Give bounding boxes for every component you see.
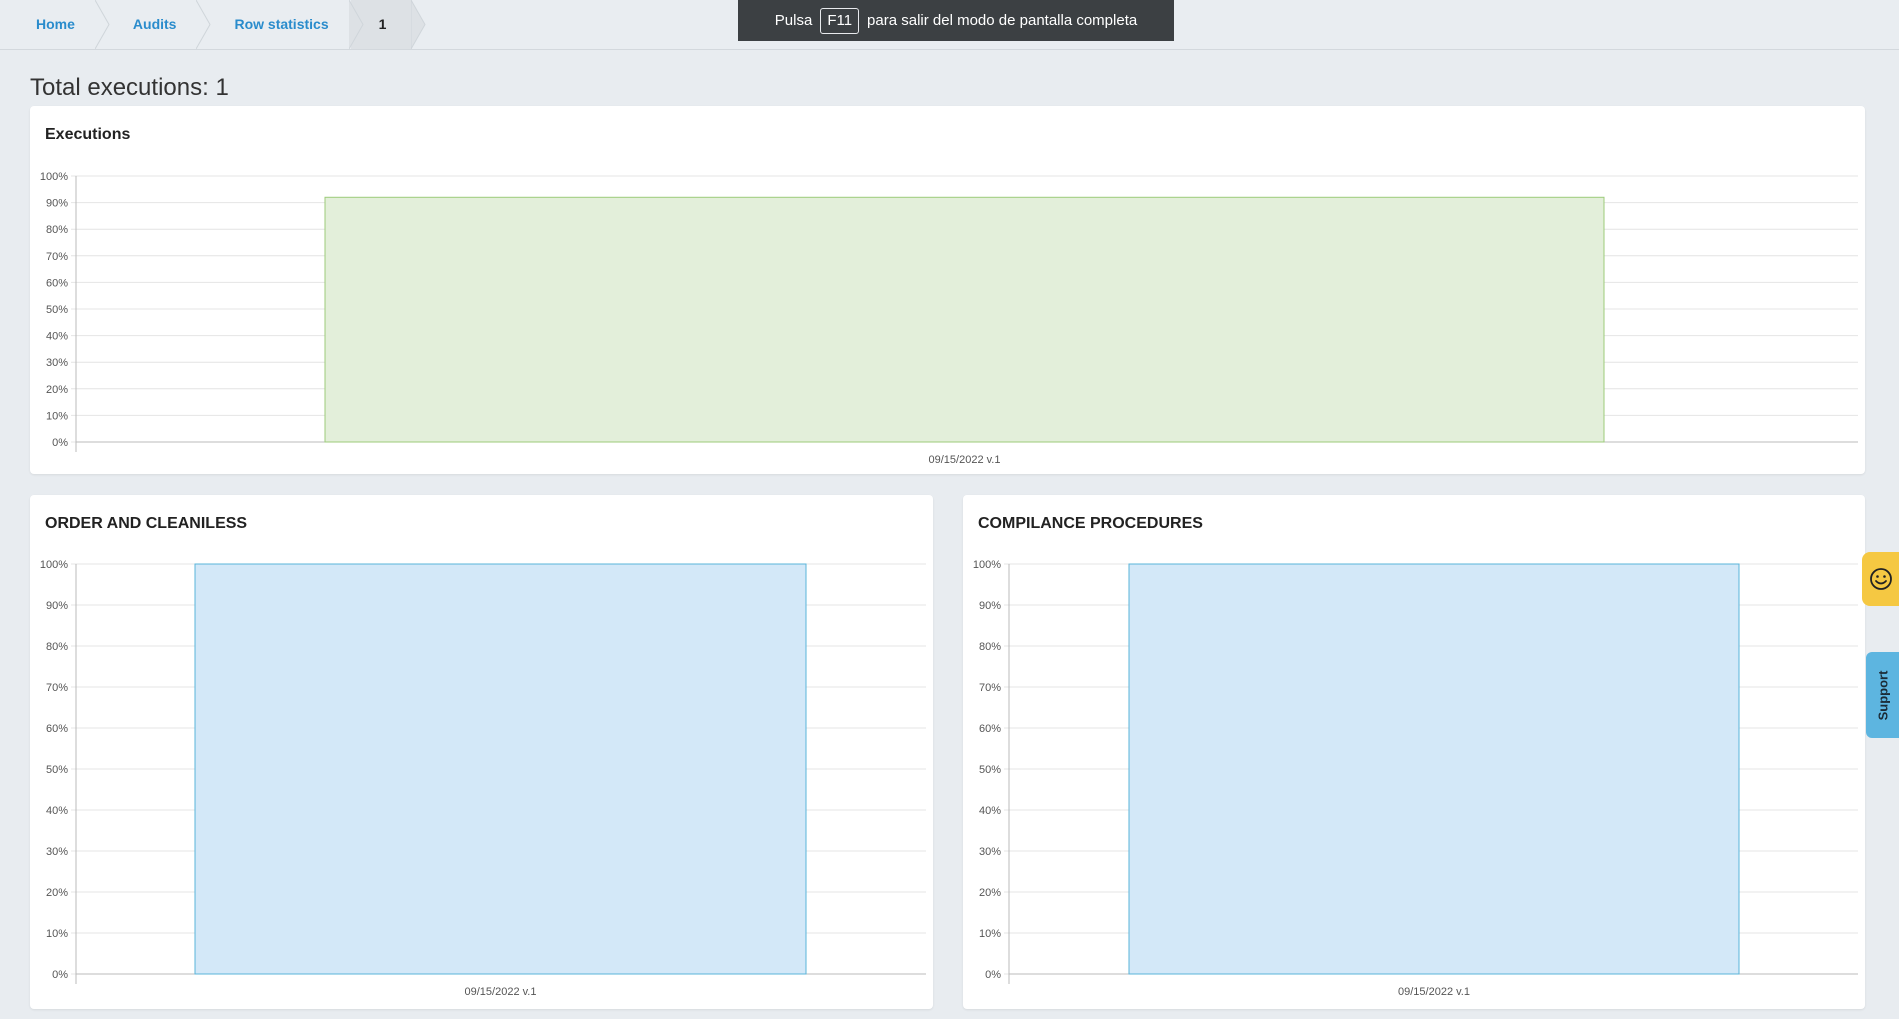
compliance-procedures-panel: COMPILANCE PROCEDURES 0% 10% 20% 30% 40% 50% 6…	[963, 495, 1865, 1009]
y-tick-label: 70%	[46, 682, 68, 694]
y-tick-label: 50%	[46, 304, 68, 316]
y-tick-label: 40%	[46, 331, 68, 343]
y-tick-label: 40%	[979, 805, 1001, 817]
y-tick-label: 100%	[973, 559, 1001, 571]
y-tick-label: 0%	[985, 969, 1001, 981]
y-tick-label: 80%	[46, 224, 68, 236]
y-tick-label: 40%	[46, 805, 68, 817]
y-tick-label: 20%	[46, 384, 68, 396]
y-tick-label: 50%	[979, 764, 1001, 776]
y-tick-label: 20%	[46, 887, 68, 899]
fullscreen-notice-after: para salir del modo de pantalla completa	[867, 12, 1138, 29]
fullscreen-notice-before: Pulsa	[774, 12, 813, 29]
breadcrumb-home[interactable]: Home	[0, 0, 110, 49]
executions-panel: Executions 0% 10% 20% 30% 40% 50% 60% 70% 80% 90%…	[30, 106, 1865, 474]
breadcrumb-row-statistics[interactable]: Row statistics	[198, 0, 364, 49]
order-cleanliness-panel: ORDER AND CLEANILESS 0% 10% 20% 30% 40% 50% 60…	[30, 495, 933, 1009]
fullscreen-notice: Pulsa F11 para salir del modo de pantall…	[738, 0, 1174, 41]
breadcrumb-home-label: Home	[36, 16, 75, 32]
breadcrumb-row-statistics-label: Row statistics	[234, 16, 329, 32]
y-tick-label: 10%	[979, 928, 1001, 940]
compliance-procedures-chart: 0% 10% 20% 30% 40% 50% 60% 70% 80% 90% 100% 09/15/2…	[973, 559, 1858, 998]
y-tick-label: 0%	[52, 969, 68, 981]
y-tick-label: 90%	[46, 198, 68, 210]
y-tick-label: 60%	[979, 723, 1001, 735]
y-tick-label: 10%	[46, 928, 68, 940]
breadcrumb-current-label: 1	[378, 16, 387, 32]
y-tick-label: 80%	[979, 641, 1001, 653]
breadcrumb-separator-icon	[348, 0, 364, 49]
bar	[1128, 563, 1740, 975]
breadcrumb-audits-label: Audits	[132, 16, 177, 32]
y-tick-label: 80%	[46, 641, 68, 653]
y-tick-label: 60%	[46, 277, 68, 289]
executions-chart: 0% 10% 20% 30% 40% 50% 60% 70% 80% 90% 100% 09/15/2…	[40, 171, 1858, 466]
page-title: Total executions: 1	[30, 74, 229, 101]
y-tick-label: 90%	[979, 600, 1001, 612]
y-tick-label: 10%	[46, 410, 68, 422]
y-tick-label: 20%	[979, 887, 1001, 899]
support-tab-label: Support	[1875, 670, 1891, 720]
y-tick-label: 70%	[46, 251, 68, 263]
y-tick-label: 50%	[46, 764, 68, 776]
breadcrumb-separator-icon	[411, 0, 426, 49]
order-cleanliness-chart: 0% 10% 20% 30% 40% 50% 60% 70% 80% 90% 100% 09/15/2…	[40, 559, 926, 998]
y-tick-label: 30%	[979, 846, 1001, 858]
y-tick-label: 30%	[46, 846, 68, 858]
breadcrumb-audits[interactable]: Audits	[97, 0, 212, 49]
breadcrumb-separator-icon	[196, 0, 212, 49]
y-tick-label: 70%	[979, 682, 1001, 694]
y-tick-label: 30%	[46, 357, 68, 369]
y-tick-label: 0%	[52, 437, 68, 449]
support-tab[interactable]: Support	[1866, 652, 1899, 738]
x-tick-label: 09/15/2022 v.1	[929, 454, 1001, 466]
bar	[324, 196, 1605, 443]
breadcrumb: Home Audits Row statistics 1	[0, 0, 426, 49]
y-tick-label: 90%	[46, 600, 68, 612]
breadcrumb-separator-icon	[94, 0, 110, 49]
bar	[194, 563, 807, 975]
x-tick-label: 09/15/2022 v.1	[1398, 986, 1470, 998]
y-tick-label: 100%	[40, 559, 68, 571]
y-tick-label: 60%	[46, 723, 68, 735]
y-tick-label: 100%	[40, 171, 68, 183]
feedback-tab[interactable]	[1862, 552, 1899, 606]
fullscreen-key-badge: F11	[820, 7, 860, 34]
smiley-icon	[1869, 568, 1892, 590]
x-tick-label: 09/15/2022 v.1	[465, 986, 537, 998]
